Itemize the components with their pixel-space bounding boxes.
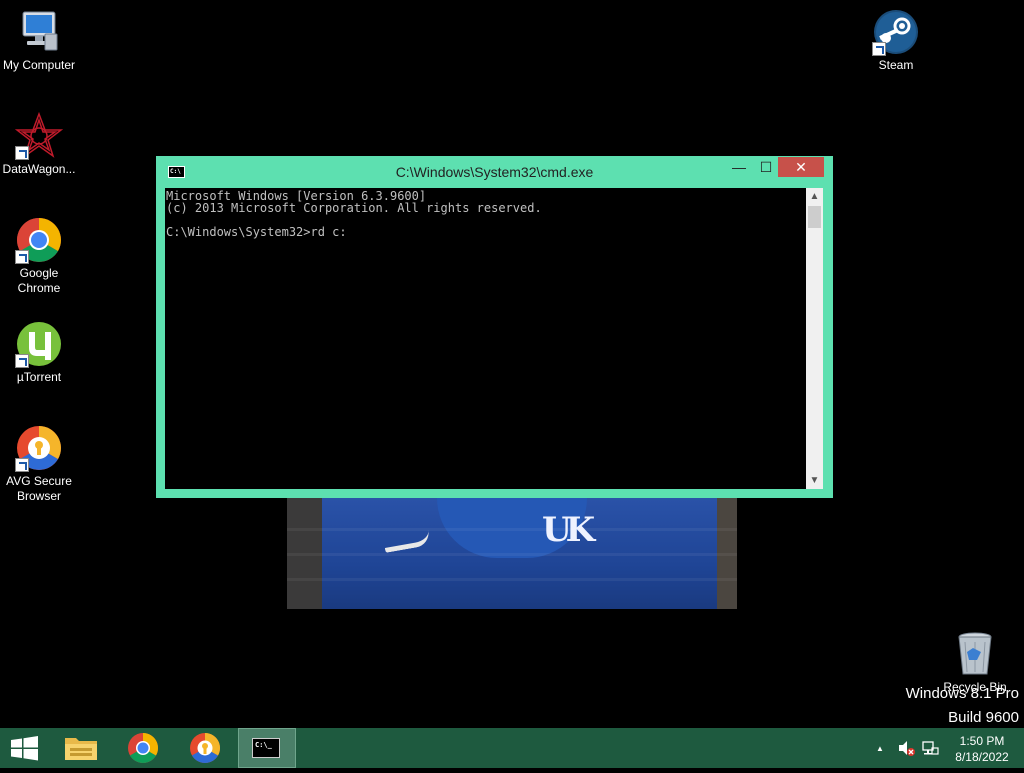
cmd-icon: C:\_ xyxy=(252,738,280,758)
taskbar: C:\_ ▲ 1:50 PM 8/18/2022 xyxy=(0,728,1024,768)
cmd-scrollbar[interactable]: ▲ ▼ xyxy=(806,188,823,489)
computer-icon xyxy=(15,8,63,56)
desktop-icon-label: My Computer xyxy=(2,58,76,72)
os-watermark-build: Build 9600 xyxy=(948,709,1019,726)
taskbar-file-explorer[interactable] xyxy=(52,728,110,768)
console-line: (c) 2013 Microsoft Corporation. All righ… xyxy=(166,201,542,215)
taskbar-avg-browser[interactable] xyxy=(176,728,234,768)
desktop-icon-datawagon[interactable]: DataWagon... xyxy=(0,111,78,177)
taskbar-chrome[interactable] xyxy=(114,728,172,768)
shortcut-arrow-icon xyxy=(15,458,29,472)
network-icon[interactable] xyxy=(921,739,939,760)
clock-time: 1:50 PM xyxy=(959,734,1005,748)
cmd-console[interactable]: Microsoft Windows [Version 6.3.9600] (c)… xyxy=(165,188,816,489)
cmd-titlebar[interactable]: C:\ C:\Windows\System32\cmd.exe — ☐ ✕ xyxy=(156,156,833,188)
shortcut-arrow-icon xyxy=(15,354,29,368)
chrome-icon xyxy=(15,216,63,264)
cmd-window[interactable]: C:\ C:\Windows\System32\cmd.exe — ☐ ✕ Mi… xyxy=(156,156,833,498)
maximize-button[interactable]: ☐ xyxy=(753,157,779,177)
datawagon-icon xyxy=(14,111,64,160)
desktop-icon-utorrent[interactable]: µTorrent xyxy=(0,320,78,385)
start-button[interactable] xyxy=(0,728,50,768)
minimize-button[interactable]: — xyxy=(726,157,752,177)
scroll-thumb[interactable] xyxy=(808,206,821,228)
scroll-up-icon[interactable]: ▲ xyxy=(806,188,823,205)
desktop-icon-google-chrome[interactable]: Google Chrome xyxy=(0,216,78,296)
desktop-icon-my-computer[interactable]: My Computer xyxy=(0,8,78,73)
folder-icon xyxy=(65,738,97,760)
wallpaper-image: UK xyxy=(287,498,737,609)
desktop-icon-label: µTorrent xyxy=(16,370,62,384)
shortcut-arrow-icon xyxy=(15,250,29,264)
desktop-icon-label: Steam xyxy=(878,58,914,72)
close-button[interactable]: ✕ xyxy=(778,157,824,177)
scroll-down-icon[interactable]: ▼ xyxy=(806,472,823,489)
volume-muted-icon[interactable] xyxy=(897,739,915,760)
os-watermark-edition: Windows 8.1 Pro xyxy=(905,685,1019,702)
windows-logo-icon xyxy=(11,736,38,761)
recycle-bin-icon xyxy=(951,630,999,678)
logo-uk: UK xyxy=(542,510,595,550)
clock-date: 8/18/2022 xyxy=(955,750,1009,764)
desktop-icon-label: Google Chrome xyxy=(17,266,61,295)
avg-browser-icon xyxy=(15,424,63,472)
taskbar-cmd-active[interactable]: C:\_ xyxy=(238,728,296,768)
console-line: C:\Windows\System32>rd c: xyxy=(166,225,347,239)
desktop-icon-label: AVG Secure Browser xyxy=(6,474,72,503)
avg-browser-icon xyxy=(190,733,221,764)
shortcut-arrow-icon xyxy=(872,42,886,56)
desktop-icon-avg-secure-browser[interactable]: AVG Secure Browser xyxy=(0,424,78,504)
tray-expand-icon[interactable]: ▲ xyxy=(876,744,884,753)
shortcut-arrow-icon xyxy=(15,146,29,160)
chrome-icon xyxy=(128,733,159,764)
taskbar-clock[interactable]: 1:50 PM 8/18/2022 xyxy=(946,733,1018,765)
utorrent-icon xyxy=(15,320,63,368)
steam-icon xyxy=(872,8,920,56)
desktop-icon-label: DataWagon... xyxy=(2,162,76,176)
logo-swoosh xyxy=(383,530,431,553)
desktop-icon-steam[interactable]: Steam xyxy=(857,8,935,73)
